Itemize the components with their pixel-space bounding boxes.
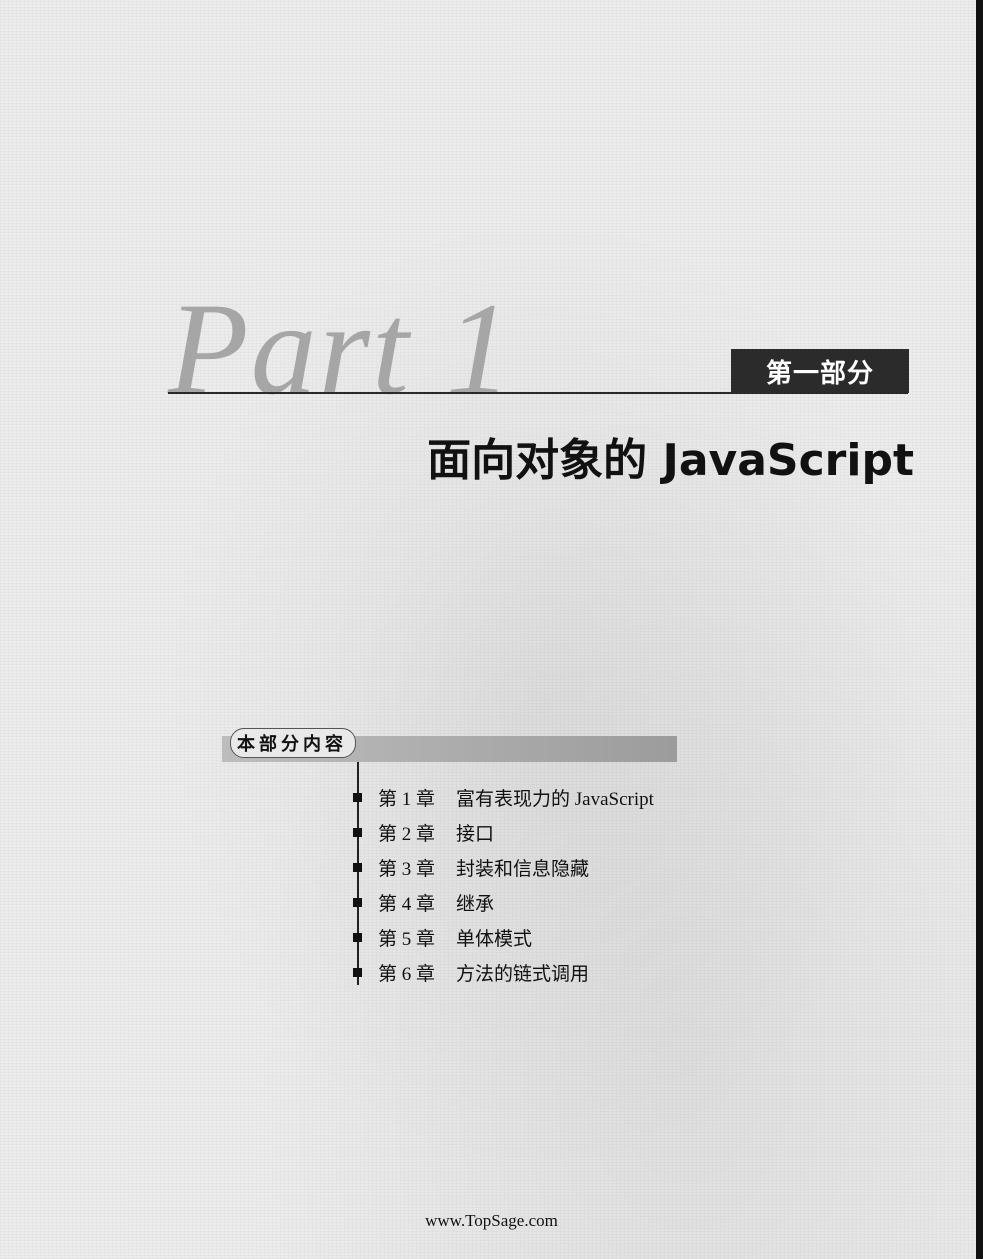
- list-item: 第 2 章 接口: [353, 815, 654, 850]
- list-item: 第 4 章 继承: [353, 885, 654, 920]
- part-badge: 第一部分: [731, 349, 909, 393]
- footer-url: www.TopSage.com: [425, 1211, 558, 1230]
- chapter-number: 第 6 章: [378, 964, 436, 985]
- chapter-title: 方法的链式调用: [456, 964, 590, 985]
- bullet-square-icon: [353, 933, 362, 942]
- list-item: 第 1 章 富有表现力的 JavaScript: [353, 780, 654, 815]
- chapter-number: 第 2 章: [378, 824, 436, 845]
- paper-texture: [0, 0, 983, 1259]
- list-item: 第 6 章 方法的链式调用: [353, 955, 654, 990]
- chapter-title: 单体模式: [456, 929, 533, 950]
- list-item: 第 3 章 封装和信息隐藏: [353, 850, 654, 885]
- chapter-title: 封装和信息隐藏: [456, 859, 590, 880]
- chapter-title: 继承: [456, 894, 495, 915]
- list-item: 第 5 章 单体模式: [353, 920, 654, 955]
- page-edge: [976, 0, 983, 1259]
- part-title: 面向对象的 JavaScript: [427, 435, 914, 486]
- toc-heading: 本部分内容: [230, 728, 356, 758]
- chapter-number: 第 5 章: [378, 929, 436, 950]
- chapter-number: 第 3 章: [378, 859, 436, 880]
- bullet-square-icon: [353, 898, 362, 907]
- book-page: Part 1 第一部分 面向对象的 JavaScript 本部分内容 第 1 章…: [0, 0, 983, 1259]
- part-number-word: Part 1: [168, 275, 514, 422]
- bullet-square-icon: [353, 863, 362, 872]
- bullet-square-icon: [353, 793, 362, 802]
- chapter-title: 富有表现力的 JavaScript: [456, 789, 654, 810]
- toc-list: 第 1 章 富有表现力的 JavaScript 第 2 章 接口 第 3 章 封…: [353, 780, 654, 990]
- chapter-number: 第 4 章: [378, 894, 436, 915]
- bullet-square-icon: [353, 968, 362, 977]
- chapter-number: 第 1 章: [378, 789, 436, 810]
- chapter-title: 接口: [456, 824, 495, 845]
- bullet-square-icon: [353, 828, 362, 837]
